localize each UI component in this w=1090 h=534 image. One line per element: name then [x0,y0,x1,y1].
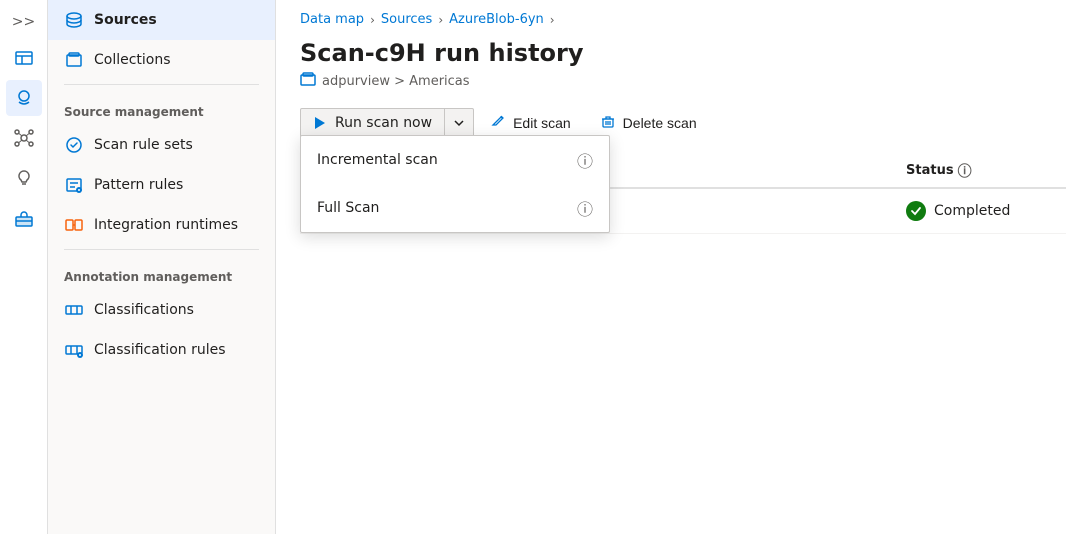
sidebar-item-collections[interactable]: Collections [48,40,275,80]
breadcrumb-sources[interactable]: Sources [381,12,432,27]
icon-rail: >> [0,0,48,534]
pattern-rules-label: Pattern rules [94,177,183,193]
status-info-icon[interactable]: ⓘ [958,161,972,181]
delete-icon [601,115,615,132]
sidebar-item-classifications[interactable]: Classifications [48,290,275,330]
collapse-button[interactable]: >> [0,8,47,36]
completed-icon [906,201,926,221]
edit-icon [491,115,505,132]
full-scan-label: Full Scan [317,200,379,216]
sidebar-item-integration-runtimes[interactable]: Integration runtimes [48,205,275,245]
annotation-management-header: Annotation management [48,254,275,290]
play-icon [313,116,327,130]
status-text: Completed [934,203,1010,219]
breadcrumb-azure-blob[interactable]: AzureBlob-6yn [449,12,544,27]
run-scan-chevron[interactable] [445,111,473,135]
classifications-label: Classifications [94,302,194,318]
collections-label: Collections [94,52,171,68]
sources-label: Sources [94,12,157,28]
edit-scan-label: Edit scan [513,115,571,131]
toolbar: Run scan now Edit scan [276,92,1090,139]
bulb-icon[interactable] [6,160,42,196]
run-scan-button[interactable]: Run scan now [300,108,474,138]
run-scan-label: Run scan now [335,115,432,131]
toolbox-icon[interactable] [6,200,42,236]
breadcrumb: Data map › Sources › AzureBlob-6yn › [276,0,1090,31]
divider-2 [64,249,259,250]
sidebar-item-pattern-rules[interactable]: Pattern rules [48,165,275,205]
incremental-scan-option[interactable]: Incremental scan ⓘ [301,136,609,184]
breadcrumb-sep-1: › [370,13,375,27]
scan-rule-sets-icon [64,135,84,155]
run-scan-dropdown: Incremental scan ⓘ Full Scan ⓘ [300,135,610,233]
data-map-icon[interactable] [6,40,42,76]
breadcrumb-sep-2: › [438,13,443,27]
sources-sidebar-icon [64,10,84,30]
subtitle-text: adpurview > Americas [322,74,470,89]
classification-rules-icon [64,340,84,360]
sidebar: Sources Collections Source management Sc… [48,0,276,534]
integration-runtimes-icon [64,215,84,235]
main-content: Data map › Sources › AzureBlob-6yn › Sca… [276,0,1090,534]
sidebar-item-scan-rule-sets[interactable]: Scan rule sets [48,125,275,165]
full-scan-option[interactable]: Full Scan ⓘ [301,184,609,232]
network-icon[interactable] [6,120,42,156]
status-cell: Completed [906,201,1066,221]
scan-rule-sets-label: Scan rule sets [94,137,193,153]
pattern-rules-icon [64,175,84,195]
integration-runtimes-label: Integration runtimes [94,217,238,233]
classification-rules-label: Classification rules [94,342,226,358]
chevron-down-icon [453,117,465,129]
collections-icon [64,50,84,70]
breadcrumb-data-map[interactable]: Data map [300,12,364,27]
subtitle-collections-icon [300,72,316,92]
page-header: Scan-c9H run history adpurview > America… [276,31,1090,92]
full-scan-info-icon[interactable]: ⓘ [577,196,593,220]
divider-1 [64,84,259,85]
page-subtitle: adpurview > Americas [300,72,1066,92]
incremental-scan-info-icon[interactable]: ⓘ [577,148,593,172]
classifications-icon [64,300,84,320]
sidebar-item-sources[interactable]: Sources [48,0,275,40]
incremental-scan-label: Incremental scan [317,152,438,168]
breadcrumb-sep-3: › [550,13,555,27]
run-scan-main[interactable]: Run scan now [301,109,445,137]
sources-nav-icon[interactable] [6,80,42,116]
status-column-header: Status ⓘ [906,161,1066,181]
source-management-header: Source management [48,89,275,125]
page-title: Scan-c9H run history [300,39,1066,68]
delete-scan-label: Delete scan [623,115,697,131]
sidebar-item-classification-rules[interactable]: Classification rules [48,330,275,370]
